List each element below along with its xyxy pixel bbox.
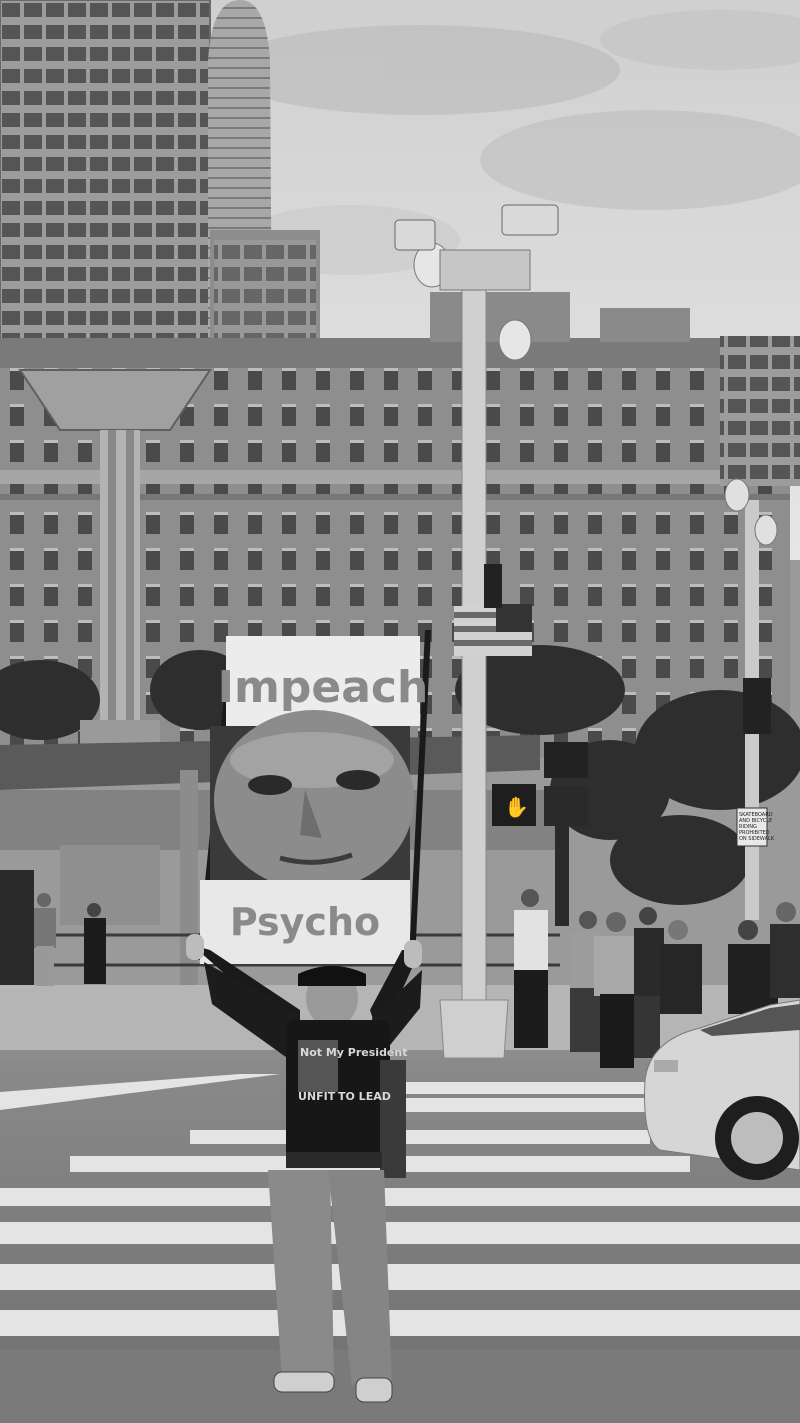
- hand-icon: ✋: [504, 795, 529, 819]
- face-portrait: [210, 710, 414, 890]
- sign-top-text: Impeach: [218, 662, 429, 713]
- photo-illustration: ✋ SKATEBOARD AND BICYCLE RIDING PROHIBIT…: [0, 0, 800, 1423]
- shirt-line1: Not My President: [300, 1046, 408, 1059]
- american-flag: [454, 604, 532, 656]
- pedestrian: [770, 902, 800, 998]
- sign-bottom-text: Psycho: [230, 900, 380, 944]
- street-sign-line5: ON SIDEWALK: [739, 836, 775, 842]
- kiosk: [0, 870, 34, 995]
- shirt-line3: TO LEAD: [338, 1090, 391, 1103]
- protest-sign: Impeach Psycho: [197, 629, 431, 964]
- photo-scene: ✋ SKATEBOARD AND BICYCLE RIDING PROHIBIT…: [0, 0, 800, 1423]
- office-tower: [0, 0, 210, 372]
- pedestrian: [660, 920, 702, 1014]
- street-sign: SKATEBOARD AND BICYCLE RIDING PROHIBITED…: [736, 807, 775, 847]
- pedestrian: [514, 889, 548, 1048]
- shirt-line2: UNFIT: [298, 1090, 336, 1103]
- pedestrian: [34, 893, 56, 986]
- pedestrian: [634, 907, 664, 1058]
